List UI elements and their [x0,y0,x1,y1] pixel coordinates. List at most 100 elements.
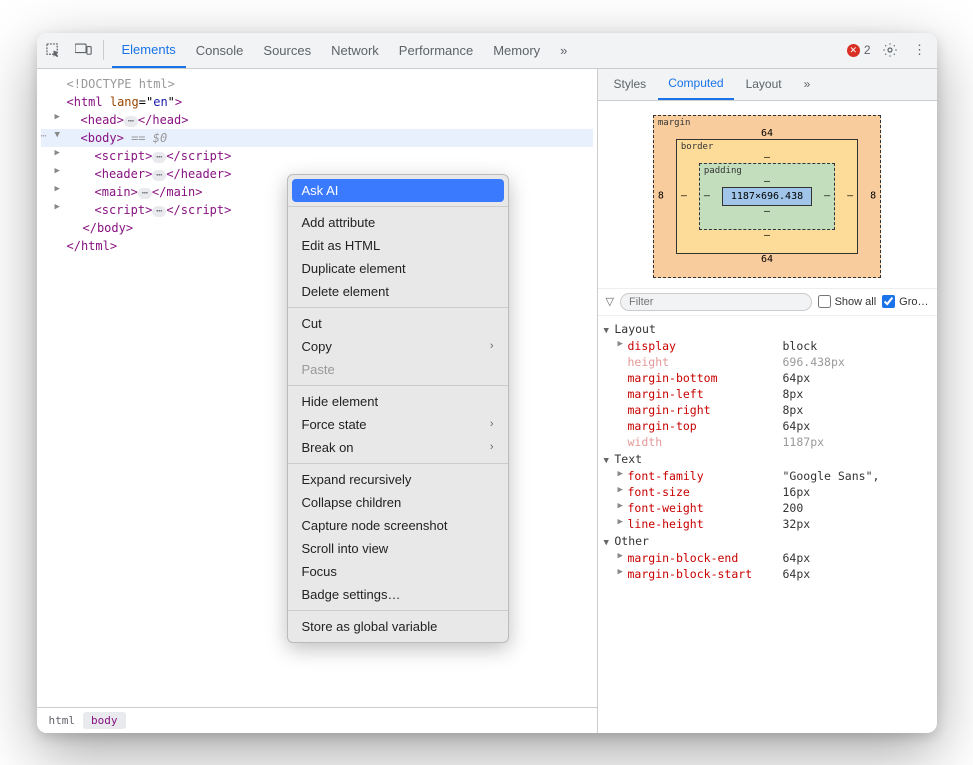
device-toggle-icon[interactable] [73,39,95,61]
tab-console[interactable]: Console [186,33,254,68]
property-value: 64px [783,371,811,385]
expand-icon [618,387,628,401]
cm-delete[interactable]: Delete element [288,280,508,303]
property-name: margin-block-end [628,551,783,565]
property-name: font-family [628,469,783,483]
property-name: margin-bottom [628,371,783,385]
sidebar-tabs: Styles Computed Layout » [598,69,937,101]
property-row[interactable]: ▶font-size16px [602,484,933,500]
chevron-right-icon: › [490,340,494,352]
property-value: 64px [783,567,811,581]
show-all-checkbox[interactable]: Show all [818,295,877,308]
expand-icon [618,371,628,385]
property-value: 1187px [783,435,825,449]
tab-performance[interactable]: Performance [389,33,483,68]
filter-bar: ▽ Show all Gro… [598,288,937,316]
dom-head[interactable]: ▶<head>⋯</head> [41,111,593,129]
box-model[interactable]: margin 64 8 8 border – – – padding – [598,101,937,288]
cm-cut[interactable]: Cut [288,312,508,335]
rtab-layout[interactable]: Layout [736,69,792,100]
expand-icon [618,419,628,433]
cm-force-state[interactable]: Force state› [288,413,508,436]
cm-screenshot[interactable]: Capture node screenshot [288,514,508,537]
crumb-body[interactable]: body [83,712,126,729]
error-count: 2 [864,43,871,57]
property-row[interactable]: ▶margin-block-end64px [602,550,933,566]
dom-html-open[interactable]: <html lang="en"> [41,93,593,111]
property-row[interactable]: ▶margin-block-start64px [602,566,933,582]
property-value: 16px [783,485,811,499]
section-text[interactable]: Text [602,450,933,468]
cm-paste: Paste [288,358,508,381]
expand-icon: ▶ [618,517,628,531]
expand-icon [618,355,628,369]
tab-network[interactable]: Network [321,33,389,68]
tab-memory[interactable]: Memory [483,33,550,68]
property-name: margin-left [628,387,783,401]
dom-doctype[interactable]: <!DOCTYPE html> [41,75,593,93]
cm-expand[interactable]: Expand recursively [288,468,508,491]
property-row[interactable]: margin-right8px [602,402,933,418]
rtabs-overflow-icon[interactable]: » [794,69,821,100]
rtab-computed[interactable]: Computed [658,69,733,100]
dom-body-selected[interactable]: ⋯▼<body> == $0 [41,129,593,147]
cm-edit-html[interactable]: Edit as HTML [288,234,508,257]
expand-icon: ▶ [618,551,628,565]
section-layout[interactable]: Layout [602,320,933,338]
property-row[interactable]: margin-top64px [602,418,933,434]
property-name: font-size [628,485,783,499]
property-value: 696.438px [783,355,845,369]
box-content[interactable]: 1187×696.438 [722,187,812,206]
tabs-overflow-icon[interactable]: » [550,33,577,68]
property-value: 64px [783,419,811,433]
filter-input[interactable] [620,293,812,311]
property-row[interactable]: width1187px [602,434,933,450]
crumb-html[interactable]: html [41,712,84,729]
property-value: 64px [783,551,811,565]
computed-properties[interactable]: Layout ▶displayblockheight696.438pxmargi… [598,316,937,733]
cm-hide[interactable]: Hide element [288,390,508,413]
settings-icon[interactable] [879,39,901,61]
property-row[interactable]: ▶font-family"Google Sans", [602,468,933,484]
rtab-styles[interactable]: Styles [604,69,657,100]
box-padding[interactable]: padding – – – 1187×696.438 – [699,163,835,230]
property-value: 8px [783,403,804,417]
cm-ask-ai[interactable]: Ask AI [292,179,504,202]
cm-duplicate[interactable]: Duplicate element [288,257,508,280]
cm-badge[interactable]: Badge settings… [288,583,508,606]
property-row[interactable]: ▶font-weight200 [602,500,933,516]
property-name: height [628,355,783,369]
inspect-icon[interactable] [43,39,65,61]
property-name: line-height [628,517,783,531]
expand-icon: ▶ [618,501,628,515]
filter-icon: ▽ [606,295,614,308]
tab-elements[interactable]: Elements [112,33,186,68]
property-value: 200 [783,501,804,515]
property-value: block [783,339,818,353]
cm-focus[interactable]: Focus [288,560,508,583]
property-value: 8px [783,387,804,401]
cm-collapse[interactable]: Collapse children [288,491,508,514]
expand-icon: ▶ [618,567,628,581]
cm-add-attribute[interactable]: Add attribute [288,211,508,234]
cm-scroll[interactable]: Scroll into view [288,537,508,560]
box-margin[interactable]: margin 64 8 8 border – – – padding – [653,115,881,278]
error-icon: ✕ [847,44,860,57]
styles-sidebar: Styles Computed Layout » margin 64 8 8 b… [597,69,937,733]
cm-store-global[interactable]: Store as global variable [288,615,508,638]
property-row[interactable]: height696.438px [602,354,933,370]
section-other[interactable]: Other [602,532,933,550]
property-row[interactable]: ▶displayblock [602,338,933,354]
dom-child[interactable]: ▶<script>⋯</script> [41,147,593,165]
property-row[interactable]: ▶line-height32px [602,516,933,532]
box-border[interactable]: border – – – padding – – – 1187×696.438 … [676,139,858,254]
cm-copy[interactable]: Copy› [288,335,508,358]
property-row[interactable]: margin-left8px [602,386,933,402]
property-name: margin-right [628,403,783,417]
tab-sources[interactable]: Sources [253,33,321,68]
more-icon[interactable]: ⋮ [909,39,931,61]
property-row[interactable]: margin-bottom64px [602,370,933,386]
cm-break-on[interactable]: Break on› [288,436,508,459]
group-checkbox[interactable]: Gro… [882,295,928,308]
error-counter[interactable]: ✕ 2 [847,43,871,57]
